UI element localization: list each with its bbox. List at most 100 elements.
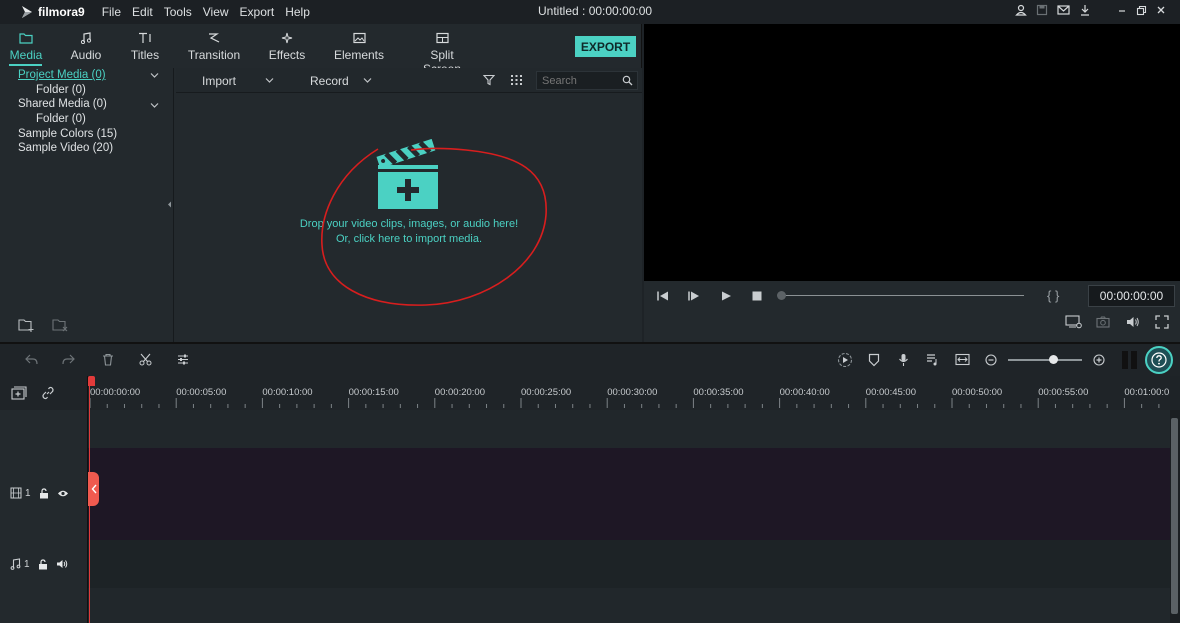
playback-progress-handle[interactable] — [777, 291, 786, 300]
eye-icon[interactable] — [57, 489, 69, 498]
folder-project-subfolder[interactable]: Folder (0) — [36, 84, 86, 96]
record-button[interactable]: Record — [310, 74, 349, 88]
tab-audio[interactable]: Audio — [68, 32, 104, 62]
marker-shield-icon[interactable] — [868, 353, 880, 367]
menu-view[interactable]: View — [203, 5, 229, 19]
sparkle-icon — [281, 32, 293, 44]
unlock-icon[interactable] — [39, 487, 49, 499]
account-icon[interactable] — [1015, 4, 1027, 16]
redo-icon[interactable] — [62, 354, 75, 365]
ruler-label: 00:00:30:00 — [607, 387, 658, 398]
playhead-marker[interactable] — [88, 376, 95, 386]
preview-controls: { } 00:00:00:00 — [644, 281, 1180, 342]
fullscreen-icon[interactable] — [1155, 315, 1169, 329]
menu-export[interactable]: Export — [240, 5, 275, 19]
tab-titles-label: Titles — [130, 48, 160, 62]
add-track-icon[interactable] — [11, 386, 27, 400]
ruler-label: 00:00:10:00 — [262, 387, 313, 398]
new-folder-icon[interactable] — [18, 318, 35, 332]
audio-track-1[interactable] — [88, 540, 1170, 588]
minimize-icon[interactable] — [1117, 5, 1127, 15]
folder-shared-media[interactable]: Shared Media (0) — [18, 98, 107, 110]
split-screen-icon — [435, 32, 449, 44]
search-input[interactable] — [542, 74, 622, 87]
search-icon[interactable] — [622, 75, 633, 86]
export-button[interactable]: EXPORT — [575, 36, 636, 57]
render-preview-icon[interactable] — [837, 352, 853, 368]
menu-tools[interactable]: Tools — [164, 5, 192, 19]
adjust-settings-icon[interactable] — [177, 353, 189, 366]
link-icon[interactable] — [41, 386, 55, 400]
collapse-arrow-icon[interactable] — [167, 201, 172, 208]
audio-track-number: 1 — [24, 558, 30, 570]
cut-scissors-icon[interactable] — [139, 353, 152, 366]
menu-edit[interactable]: Edit — [132, 5, 153, 19]
video-track-header: 1 — [10, 487, 69, 499]
zoom-in-icon[interactable] — [1093, 354, 1105, 366]
timeline-ruler[interactable]: 00:00:00:00 00:00:05:00 00:00:10:00 00:00:1… — [88, 376, 1170, 410]
question-mark-icon — [1151, 352, 1167, 368]
menu-help[interactable]: Help — [285, 5, 310, 19]
step-back-icon[interactable] — [656, 290, 669, 302]
timeline-scrollbar[interactable] — [1170, 410, 1180, 623]
step-forward-icon[interactable] — [687, 290, 700, 302]
fit-timeline-icon[interactable] — [955, 353, 970, 366]
ruler-label: 00:00:20:00 — [434, 387, 485, 398]
tab-elements-label: Elements — [333, 48, 385, 62]
playback-progress-track[interactable] — [782, 295, 1024, 296]
volume-icon[interactable] — [1126, 316, 1140, 328]
voiceover-list-icon[interactable] — [926, 353, 939, 366]
tab-transition-label: Transition — [187, 48, 241, 62]
stop-icon[interactable] — [751, 290, 763, 302]
active-tab-indicator — [9, 64, 42, 66]
undo-icon[interactable] — [25, 354, 38, 365]
close-icon[interactable] — [1156, 5, 1166, 15]
folder-sample-video[interactable]: Sample Video (20) — [18, 142, 113, 154]
grid-view-icon[interactable] — [510, 74, 523, 86]
download-icon[interactable] — [1079, 4, 1091, 16]
playhead-handle[interactable] — [88, 472, 99, 506]
filter-icon[interactable] — [483, 74, 495, 86]
restore-icon[interactable] — [1136, 5, 1147, 16]
snapshot-camera-icon[interactable] — [1096, 316, 1110, 328]
import-drop-zone[interactable]: Drop your video clips, images, or audio … — [176, 93, 642, 342]
tab-effects[interactable]: Effects — [265, 32, 309, 62]
video-track-1[interactable] — [88, 448, 1170, 540]
chevron-down-icon[interactable] — [150, 102, 159, 109]
delete-icon[interactable] — [102, 353, 114, 366]
zoom-slider-handle[interactable] — [1049, 355, 1058, 364]
zoom-slider-track[interactable] — [1008, 359, 1082, 361]
play-icon[interactable] — [720, 290, 732, 302]
folder-project-media[interactable]: Project Media (0) — [18, 69, 106, 81]
record-dropdown-icon[interactable] — [363, 77, 372, 84]
tab-elements[interactable]: Elements — [333, 32, 385, 62]
media-panel: Media Audio Titles Transition Effects El… — [0, 24, 642, 342]
folder-shared-subfolder[interactable]: Folder (0) — [36, 113, 86, 125]
tab-transition[interactable]: Transition — [186, 32, 242, 62]
title-bar: filmora9 File Edit Tools View Export Hel… — [0, 0, 1180, 24]
folder-sample-colors[interactable]: Sample Colors (15) — [18, 128, 117, 140]
menu-file[interactable]: File — [102, 5, 121, 19]
timeline-tracks[interactable] — [88, 410, 1170, 623]
window-controls — [1015, 4, 1166, 16]
save-icon[interactable] — [1036, 4, 1048, 16]
import-dropdown-icon[interactable] — [265, 77, 274, 84]
preview-screen — [644, 24, 1180, 281]
microphone-icon[interactable] — [898, 353, 909, 367]
mail-icon[interactable] — [1057, 4, 1070, 16]
video-track-number: 1 — [25, 487, 31, 499]
media-library: Import Record Drop your vi — [176, 68, 642, 342]
chevron-down-icon[interactable] — [150, 72, 159, 79]
help-button[interactable] — [1145, 346, 1173, 374]
zoom-out-icon[interactable] — [985, 354, 997, 366]
display-settings-icon[interactable] — [1065, 315, 1083, 329]
tab-effects-label: Effects — [268, 48, 306, 62]
delete-folder-icon[interactable] — [52, 318, 69, 332]
speaker-icon[interactable] — [56, 559, 68, 569]
unlock-icon[interactable] — [38, 558, 48, 570]
tab-titles[interactable]: Titles — [127, 32, 163, 62]
tab-media[interactable]: Media — [8, 32, 44, 62]
import-button[interactable]: Import — [202, 74, 236, 88]
scrollbar-thumb[interactable] — [1171, 418, 1178, 614]
mark-in-out-brackets[interactable]: { } — [1047, 288, 1059, 303]
